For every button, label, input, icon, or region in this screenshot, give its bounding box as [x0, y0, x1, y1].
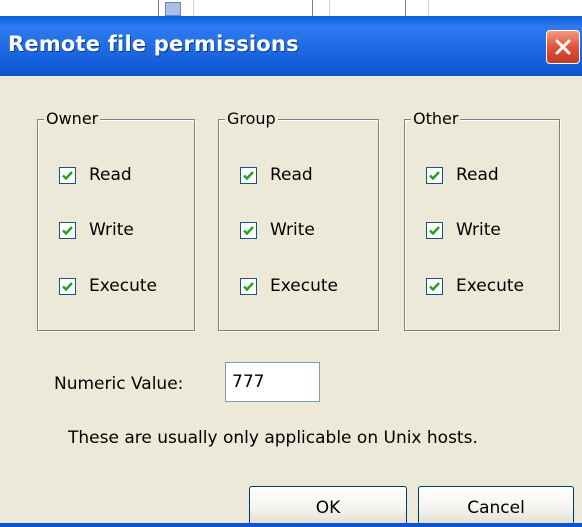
checkmark-icon	[62, 281, 73, 291]
checkmark-icon	[243, 281, 254, 291]
checkbox-label: Execute	[89, 276, 157, 296]
checkbox-box[interactable]	[59, 221, 76, 239]
checkmark-icon	[429, 170, 440, 180]
checkbox-label: Read	[270, 165, 313, 185]
checkbox-owner-execute[interactable]: Execute	[59, 276, 157, 296]
checkbox-box[interactable]	[240, 166, 257, 184]
checkmark-icon	[429, 281, 440, 291]
checkbox-group-execute[interactable]: Execute	[240, 276, 338, 296]
checkbox-owner-write[interactable]: Write	[59, 220, 134, 240]
checkbox-other-execute[interactable]: Execute	[426, 276, 524, 296]
cancel-button[interactable]: Cancel	[418, 486, 574, 527]
background-selection	[165, 2, 181, 16]
checkbox-other-read[interactable]: Read	[426, 165, 499, 185]
checkbox-box[interactable]	[59, 277, 76, 295]
group-group-legend: Group	[225, 109, 278, 129]
checkbox-owner-read[interactable]: Read	[59, 165, 132, 185]
checkbox-box[interactable]	[426, 166, 443, 184]
background-window	[0, 0, 582, 17]
group-other: Other Read Write Execute	[404, 109, 560, 331]
group-owner: Owner Read Write Execute	[37, 109, 195, 331]
numeric-value-label: Numeric Value:	[54, 374, 184, 394]
background-column-divider	[312, 0, 330, 16]
dialog-title: Remote file permissions	[8, 32, 299, 56]
group-group: Group Read Write Execute	[218, 109, 379, 331]
checkbox-box[interactable]	[240, 277, 257, 295]
checkbox-label: Read	[89, 165, 132, 185]
checkmark-icon	[62, 170, 73, 180]
screen: Remote file permissions Owner Read Write	[0, 0, 582, 527]
checkbox-label: Read	[456, 165, 499, 185]
close-button[interactable]	[546, 30, 580, 64]
checkmark-icon	[243, 225, 254, 235]
checkmark-icon	[243, 170, 254, 180]
checkbox-label: Write	[270, 220, 315, 240]
checkbox-box[interactable]	[240, 221, 257, 239]
numeric-value-input[interactable]	[225, 362, 320, 402]
ok-button[interactable]: OK	[249, 486, 407, 527]
checkbox-group-write[interactable]: Write	[240, 220, 315, 240]
checkmark-icon	[429, 225, 440, 235]
title-bar[interactable]: Remote file permissions	[0, 16, 582, 76]
unix-hosts-note: These are usually only applicable on Uni…	[68, 428, 478, 448]
group-owner-legend: Owner	[44, 109, 101, 129]
checkbox-label: Write	[89, 220, 134, 240]
dialog-bottom-border	[0, 523, 582, 527]
close-icon	[555, 39, 571, 55]
permissions-dialog: Remote file permissions Owner Read Write	[0, 16, 582, 527]
checkmark-icon	[62, 225, 73, 235]
checkbox-group-read[interactable]: Read	[240, 165, 313, 185]
checkbox-label: Execute	[270, 276, 338, 296]
checkbox-label: Write	[456, 220, 501, 240]
checkbox-box[interactable]	[426, 221, 443, 239]
checkbox-box[interactable]	[426, 277, 443, 295]
group-other-legend: Other	[411, 109, 461, 129]
background-column-divider	[405, 0, 429, 16]
checkbox-other-write[interactable]: Write	[426, 220, 501, 240]
checkbox-box[interactable]	[59, 166, 76, 184]
checkbox-label: Execute	[456, 276, 524, 296]
